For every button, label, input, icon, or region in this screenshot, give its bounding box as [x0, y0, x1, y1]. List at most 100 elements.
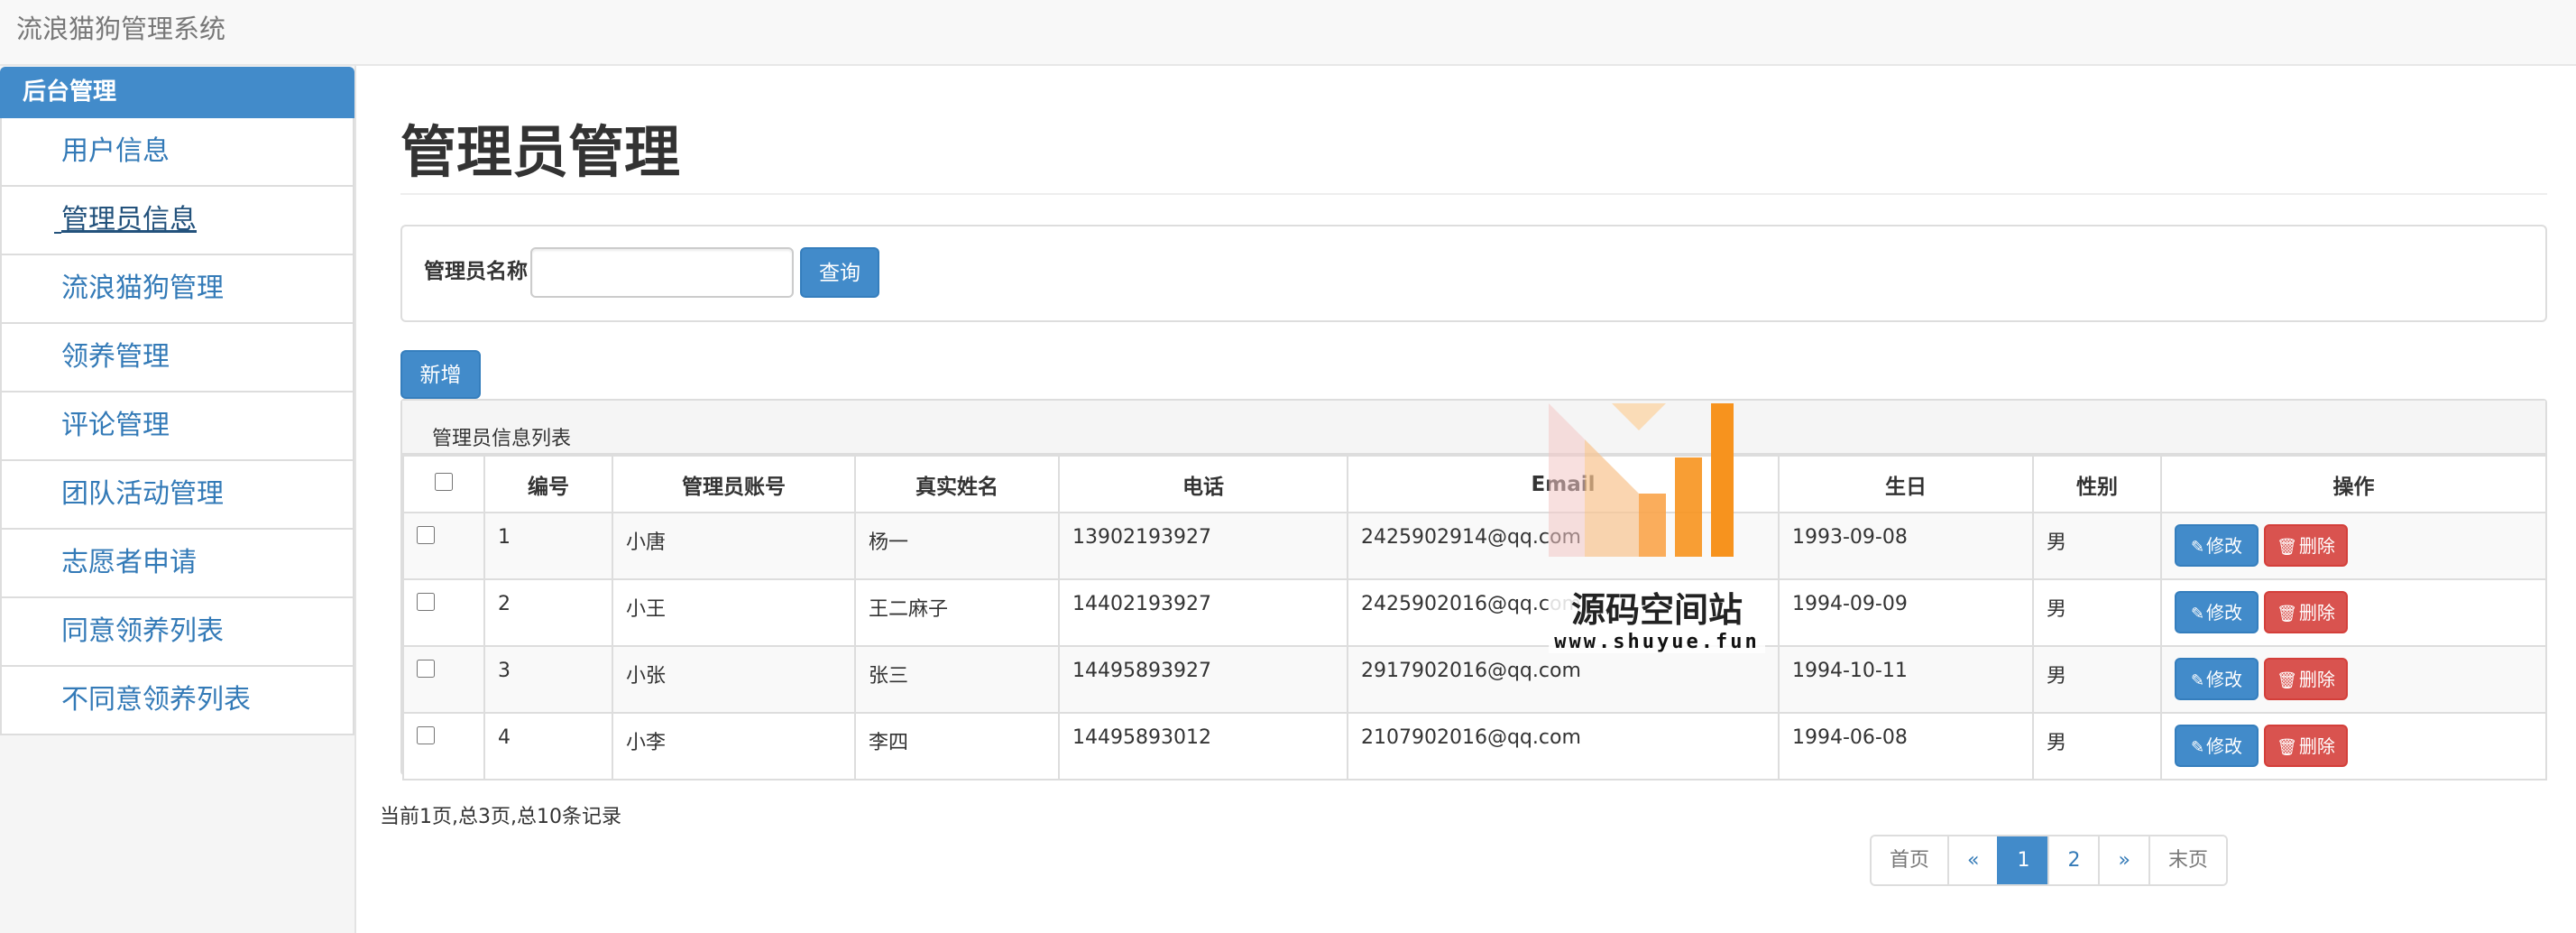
cell-account: 小王: [612, 578, 856, 647]
admin-table-panel: 管理员信息列表 编号 管理员账号 真实姓名 电话 Email 生日 性别 操作 …: [400, 399, 2547, 781]
cell-id: 4: [483, 712, 613, 781]
active-indicator: [54, 232, 61, 234]
cell-actions: ✎ 修改 🗑 删除: [2160, 512, 2547, 580]
sidebar-item-label: 管理员信息: [61, 204, 197, 236]
table-row: 1 小唐 杨一 13902193927 2425902914@qq.com 1993-09…: [402, 512, 2547, 580]
trash-icon: 🗑: [2277, 605, 2297, 624]
column-header-actions: 操作: [2160, 455, 2547, 513]
cell-phone: 14402193927: [1058, 578, 1348, 647]
row-select-cell: [402, 645, 485, 714]
edit-button[interactable]: ✎ 修改: [2175, 658, 2259, 700]
title-divider: [400, 193, 2547, 195]
column-header-account[interactable]: 管理员账号: [612, 455, 856, 513]
cell-name: 王二麻子: [854, 578, 1060, 647]
table-panel-heading: 管理员信息列表: [402, 401, 2545, 455]
search-button[interactable]: 查询: [800, 247, 879, 298]
app-brand[interactable]: 流浪猫狗管理系统: [16, 11, 225, 47]
page-number-link[interactable]: 1: [1997, 836, 2048, 884]
cell-email: 2425902914@qq.com: [1347, 512, 1780, 580]
page-number-link[interactable]: 2: [2047, 836, 2099, 884]
sidebar-item-label: 评论管理: [61, 410, 170, 441]
edit-button[interactable]: ✎ 修改: [2175, 591, 2259, 633]
sidebar-menu: 用户信息管理员信息流浪猫狗管理领养管理评论管理团队活动管理志愿者申请同意领养列表…: [0, 118, 354, 735]
top-navbar: 流浪猫狗管理系统: [0, 0, 2576, 66]
sidebar-item-label: 志愿者申请: [61, 547, 197, 578]
cell-phone: 14495893927: [1058, 645, 1348, 714]
cell-name: 杨一: [854, 512, 1060, 580]
sidebar-item-label: 同意领养列表: [61, 615, 224, 647]
cell-email: 2917902016@qq.com: [1347, 645, 1780, 714]
cell-actions: ✎ 修改 🗑 删除: [2160, 712, 2547, 781]
sidebar-item-label: 用户信息: [61, 135, 170, 167]
column-header-gender[interactable]: 性别: [2032, 455, 2162, 513]
pencil-icon: ✎: [2190, 538, 2205, 557]
sidebar-item-0[interactable]: 用户信息: [0, 118, 354, 187]
sidebar-item-5[interactable]: 团队活动管理: [0, 461, 354, 530]
edit-label: 修改: [2206, 535, 2243, 557]
page-last-link[interactable]: 末页: [2148, 836, 2226, 884]
pencil-icon: ✎: [2190, 738, 2205, 757]
cell-birthday: 1994-09-09: [1778, 578, 2034, 647]
sidebar: 后台管理 用户信息管理员信息流浪猫狗管理领养管理评论管理团队活动管理志愿者申请同…: [0, 66, 356, 933]
row-select-cell: [402, 578, 485, 647]
pagination: 首页 «1 2» 末页: [1870, 835, 2228, 886]
cell-gender: 男: [2032, 712, 2162, 781]
sidebar-item-4[interactable]: 评论管理: [0, 393, 354, 461]
cell-birthday: 1994-06-08: [1778, 712, 2034, 781]
sidebar-item-3[interactable]: 领养管理: [0, 324, 354, 393]
table-header-row: 编号 管理员账号 真实姓名 电话 Email 生日 性别 操作: [402, 455, 2547, 513]
page-first-link[interactable]: 首页: [1872, 836, 1948, 884]
cell-gender: 男: [2032, 578, 2162, 647]
column-header-phone[interactable]: 电话: [1058, 455, 1348, 513]
cell-id: 3: [483, 645, 613, 714]
cell-gender: 男: [2032, 645, 2162, 714]
cell-account: 小李: [612, 712, 856, 781]
trash-icon: 🗑: [2277, 671, 2297, 690]
delete-button[interactable]: 🗑 删除: [2264, 725, 2348, 767]
delete-label: 删除: [2298, 602, 2335, 624]
sidebar-item-label: 流浪猫狗管理: [61, 273, 224, 304]
column-header-id[interactable]: 编号: [483, 455, 613, 513]
row-checkbox[interactable]: [417, 726, 435, 744]
edit-label: 修改: [2206, 669, 2243, 690]
select-all-cell: [402, 455, 485, 513]
sidebar-item-6[interactable]: 志愿者申请: [0, 530, 354, 598]
row-checkbox[interactable]: [417, 660, 435, 678]
delete-label: 删除: [2298, 735, 2335, 757]
column-header-name[interactable]: 真实姓名: [854, 455, 1060, 513]
sidebar-header: 后台管理: [0, 67, 354, 118]
add-admin-button[interactable]: 新增: [400, 350, 481, 399]
cell-gender: 男: [2032, 512, 2162, 580]
row-checkbox[interactable]: [417, 593, 435, 611]
table-caption: 管理员信息列表: [432, 428, 572, 450]
sidebar-item-1[interactable]: 管理员信息: [0, 187, 354, 255]
delete-label: 删除: [2298, 535, 2335, 557]
delete-button[interactable]: 🗑 删除: [2264, 591, 2348, 633]
cell-email: 2425902016@qq.com: [1347, 578, 1780, 647]
cell-actions: ✎ 修改 🗑 删除: [2160, 645, 2547, 714]
edit-button[interactable]: ✎ 修改: [2175, 524, 2259, 567]
cell-birthday: 1994-10-11: [1778, 645, 2034, 714]
delete-button[interactable]: 🗑 删除: [2264, 524, 2348, 567]
admin-table: 编号 管理员账号 真实姓名 电话 Email 生日 性别 操作 1 小唐 杨一 139…: [402, 455, 2547, 781]
column-header-birthday[interactable]: 生日: [1778, 455, 2034, 513]
search-label: 管理员名称: [424, 260, 528, 283]
page-title: 管理员管理: [400, 119, 681, 185]
sidebar-item-8[interactable]: 不同意领养列表: [0, 667, 354, 735]
search-panel: 管理员名称 查询: [400, 225, 2547, 322]
trash-icon: 🗑: [2277, 738, 2297, 757]
record-summary: 当前1页,总3页,总10条记录: [380, 806, 621, 828]
select-all-checkbox[interactable]: [435, 472, 453, 491]
page-prev-link[interactable]: «: [1947, 836, 1998, 884]
cell-phone: 14495893012: [1058, 712, 1348, 781]
row-checkbox[interactable]: [417, 526, 435, 544]
row-select-cell: [402, 712, 485, 781]
edit-button[interactable]: ✎ 修改: [2175, 725, 2259, 767]
admin-name-search-input[interactable]: [530, 247, 794, 298]
sidebar-item-2[interactable]: 流浪猫狗管理: [0, 255, 354, 324]
page-next-link[interactable]: »: [2098, 836, 2148, 884]
column-header-email[interactable]: Email: [1347, 455, 1780, 513]
delete-button[interactable]: 🗑 删除: [2264, 658, 2348, 700]
main-content: 管理员管理 管理员名称 查询 新增 管理员信息列表 编号 管理员账号 真实姓名 …: [358, 66, 2576, 933]
sidebar-item-7[interactable]: 同意领养列表: [0, 598, 354, 667]
